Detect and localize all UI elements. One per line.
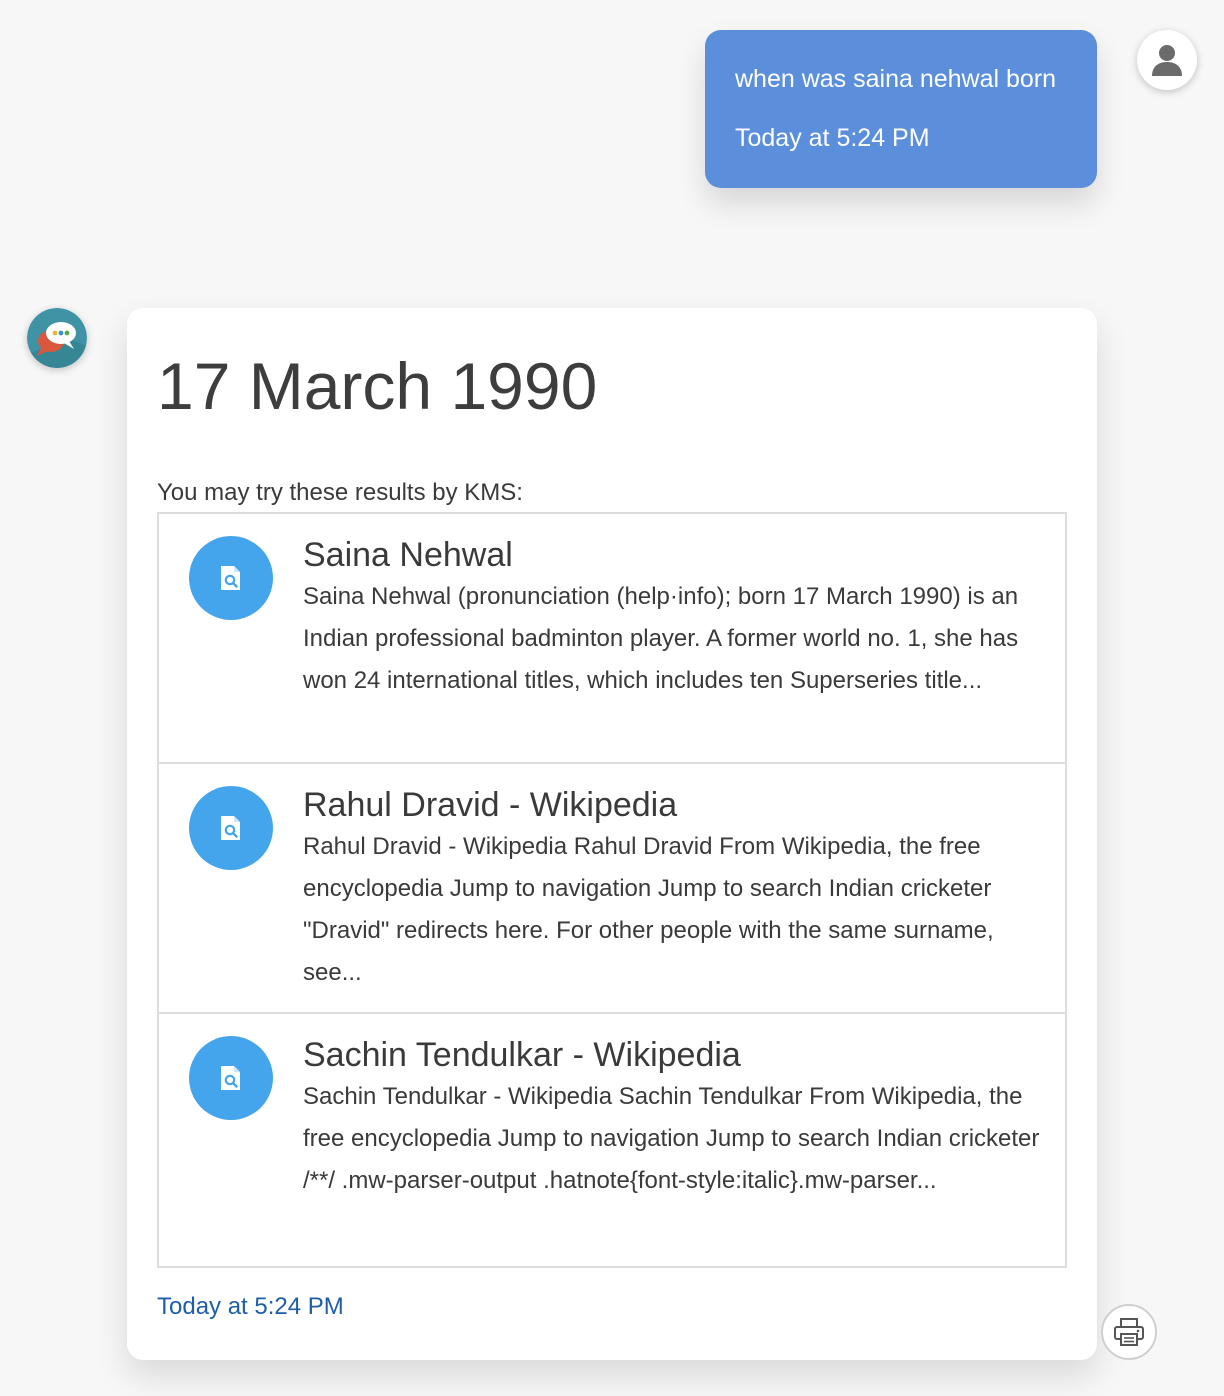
result-item-rahul-dravid[interactable]: Rahul Dravid - Wikipedia Rahul Dravid - … [159,764,1065,1014]
result-snippet: Sachin Tendulkar - Wikipedia Sachin Tend… [303,1083,1040,1194]
chat-bubbles-logo-icon [27,308,87,368]
result-title[interactable]: Rahul Dravid - Wikipedia [303,784,677,826]
document-search-icon [221,816,240,840]
answer-text: 17 March 1990 [157,349,598,423]
bot-message-card: 17 March 1990 You may try these results … [127,308,1097,1360]
document-search-icon [221,566,240,590]
user-message-text: when was saina nehwal born [735,65,1057,93]
results-intro-text: You may try these results by KMS: [157,479,523,506]
result-item-sachin-tendulkar[interactable]: Sachin Tendulkar - Wikipedia Sachin Tend… [159,1014,1065,1266]
result-title[interactable]: Saina Nehwal [303,534,513,576]
result-title[interactable]: Sachin Tendulkar - Wikipedia [303,1034,741,1076]
user-message-timestamp: Today at 5:24 PM [735,124,930,152]
user-message-bubble: when was saina nehwal born Today at 5:24… [705,30,1097,188]
result-icon-circle [189,786,273,870]
result-icon-circle [189,536,273,620]
result-snippet: Rahul Dravid - Wikipedia Rahul Dravid Fr… [303,833,994,986]
document-search-icon [221,1066,240,1090]
result-snippet: Saina Nehwal (pronunciation (help·info);… [303,583,1019,694]
result-item-saina-nehwal[interactable]: Saina Nehwal Saina Nehwal (pronunciation… [159,514,1065,764]
search-results-list: Saina Nehwal Saina Nehwal (pronunciation… [157,512,1067,1268]
user-avatar [1137,30,1197,90]
print-button[interactable] [1101,1304,1157,1360]
bot-avatar [27,308,87,368]
printer-icon [1114,1318,1144,1346]
result-icon-circle [189,1036,273,1120]
user-silhouette-icon [1152,45,1182,76]
bot-message-timestamp: Today at 5:24 PM [157,1293,344,1320]
